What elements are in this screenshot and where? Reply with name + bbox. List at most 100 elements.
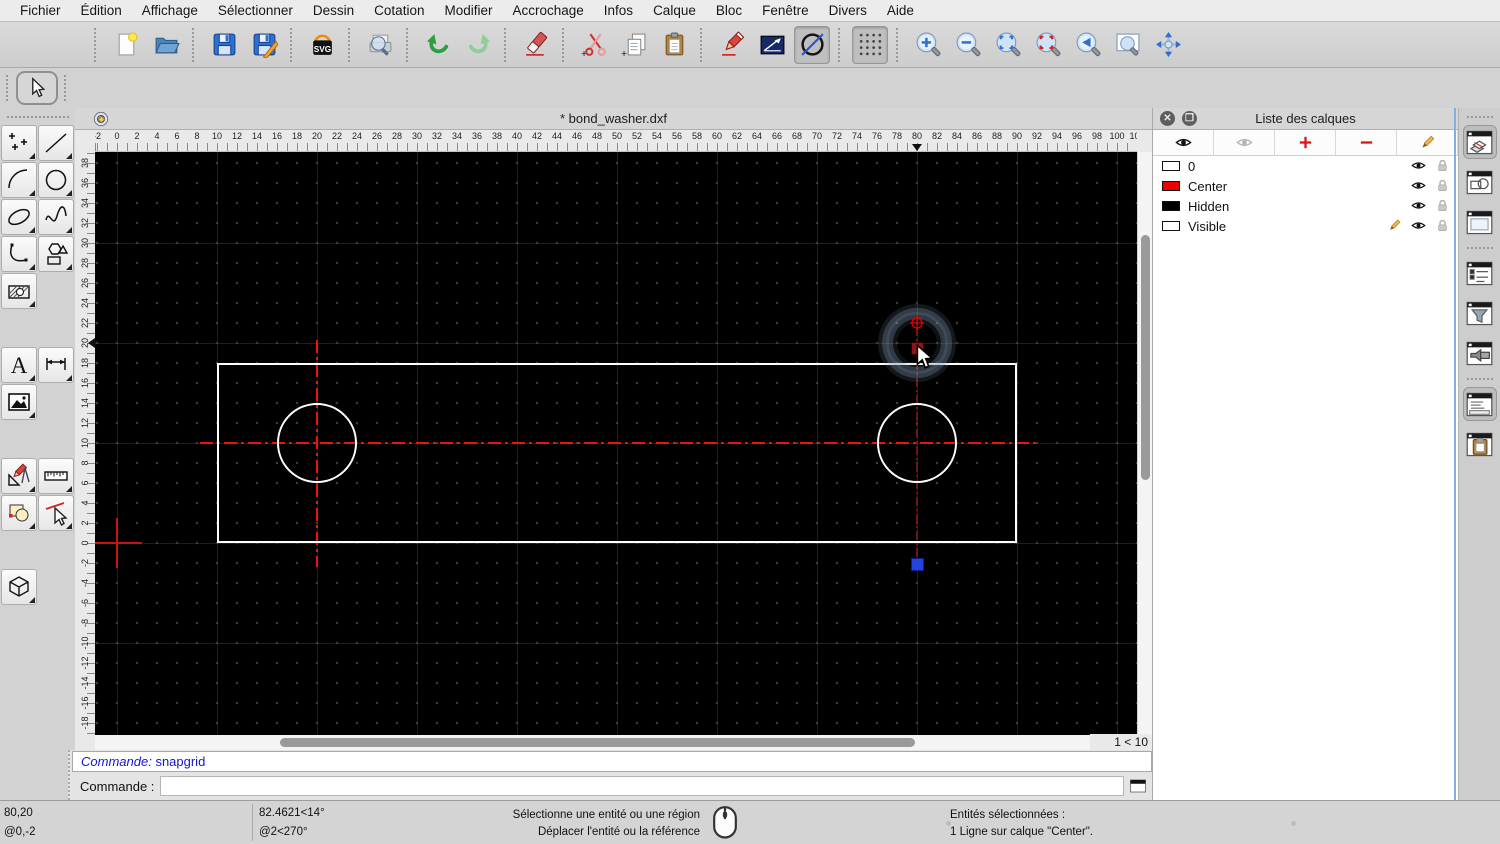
horizontal-scrollbar[interactable] <box>95 735 1105 750</box>
vertical-scrollbar[interactable] <box>1137 152 1152 735</box>
toolbar-separator[interactable] <box>838 27 842 62</box>
tool-arc-icon[interactable] <box>1 162 37 198</box>
tool-spline-icon[interactable] <box>38 199 74 235</box>
edit-layer-icon[interactable] <box>1397 130 1458 155</box>
menu-cotation[interactable]: Cotation <box>364 0 434 21</box>
zoom-auto-icon[interactable] <box>990 26 1026 64</box>
dock-layer-list-icon[interactable] <box>1462 125 1497 159</box>
toolbar-separator[interactable] <box>700 27 704 62</box>
zoom-selection-icon[interactable] <box>1030 26 1066 64</box>
layer-lock-icon[interactable] <box>1434 178 1452 194</box>
toolbar-separator[interactable] <box>290 27 294 62</box>
snap-grid-icon[interactable] <box>852 25 888 64</box>
save-icon[interactable] <box>206 26 242 64</box>
toolbar-separator[interactable] <box>348 27 352 62</box>
cut-icon[interactable]: + <box>576 26 612 64</box>
layer-row-hidden[interactable]: Hidden <box>1153 196 1458 216</box>
paste-icon[interactable] <box>656 26 692 64</box>
tool-points-icon[interactable] <box>1 125 37 161</box>
zoom-pan-icon[interactable] <box>1150 26 1186 64</box>
layer-visibility-eye-icon[interactable] <box>1410 158 1428 174</box>
dock-library-browser-icon[interactable] <box>1463 205 1497 239</box>
layer-visibility-eye-icon[interactable] <box>1410 178 1428 194</box>
layer-visibility-eye-icon[interactable] <box>1410 198 1428 214</box>
layer-lock-icon[interactable] <box>1434 158 1452 174</box>
menu-infos[interactable]: Infos <box>594 0 643 21</box>
menu-bloc[interactable]: Bloc <box>706 0 752 21</box>
open-folder-icon[interactable] <box>148 26 184 64</box>
menu-edition[interactable]: Édition <box>71 0 132 21</box>
copy-icon[interactable]: + <box>616 26 652 64</box>
new-file-icon[interactable] <box>108 26 144 64</box>
menu-accrochage[interactable]: Accrochage <box>502 0 593 21</box>
svg-export-icon[interactable]: SVG <box>304 26 340 64</box>
dock-clipboard-icon[interactable] <box>1463 427 1497 461</box>
zoom-out-icon[interactable] <box>950 26 986 64</box>
toolbar-separator[interactable] <box>896 27 900 62</box>
tool-deselect-icon[interactable] <box>38 495 74 531</box>
palette-handle[interactable] <box>6 116 69 119</box>
command-detach-icon[interactable] <box>1128 777 1148 795</box>
menu-dessin[interactable]: Dessin <box>303 0 364 21</box>
tool-dimension-icon[interactable] <box>38 347 74 383</box>
drawing-canvas[interactable] <box>95 152 1137 735</box>
menu-fichier[interactable]: Fichier <box>10 0 71 21</box>
tool-polygon-icon[interactable] <box>38 236 74 272</box>
zoom-in-icon[interactable] <box>910 26 946 64</box>
tool-block-icon[interactable] <box>1 495 37 531</box>
hscroll-thumb[interactable] <box>280 738 915 747</box>
toolbar-separator[interactable] <box>94 27 98 62</box>
add-layer-icon[interactable] <box>1275 130 1336 155</box>
part-number-label[interactable] <box>400 341 436 541</box>
layer-row-center[interactable]: Center <box>1153 176 1458 196</box>
dock-filter-icon[interactable] <box>1463 296 1497 330</box>
select-tool-button[interactable] <box>16 71 58 105</box>
tool-circle-icon[interactable] <box>38 162 74 198</box>
layer-lock-icon[interactable] <box>1434 198 1452 214</box>
layer-row-visible[interactable]: Visible <box>1153 216 1458 236</box>
undo-icon[interactable] <box>420 26 456 64</box>
vscroll-thumb[interactable] <box>1141 235 1150 480</box>
tool-hatch-icon[interactable] <box>1 273 37 309</box>
print-preview-icon[interactable] <box>362 26 398 64</box>
toolbar-handle[interactable] <box>6 75 9 101</box>
tool-cube-icon[interactable] <box>1 569 37 605</box>
show-all-eye-gray-icon[interactable] <box>1214 130 1275 155</box>
snap-free-icon[interactable] <box>794 25 830 64</box>
selection-handle[interactable] <box>910 557 924 571</box>
menu-divers[interactable]: Divers <box>819 0 877 21</box>
ortho-line-icon[interactable] <box>754 26 790 64</box>
tool-image-icon[interactable] <box>1 384 37 420</box>
tool-measure-icon[interactable] <box>38 458 74 494</box>
tool-modify-icon[interactable] <box>1 458 37 494</box>
save-as-icon[interactable] <box>246 26 282 64</box>
layer-row-0[interactable]: 0 <box>1153 156 1458 176</box>
toolbar-separator[interactable] <box>504 27 508 62</box>
tool-polyline-icon[interactable] <box>1 236 37 272</box>
toolbar-handle[interactable] <box>64 75 67 101</box>
zoom-previous-icon[interactable] <box>1070 26 1106 64</box>
command-input[interactable] <box>160 776 1124 796</box>
entity-circle-right[interactable] <box>877 403 957 483</box>
tool-ellipse-icon[interactable] <box>1 199 37 235</box>
layer-lock-icon[interactable] <box>1434 218 1452 234</box>
tool-line-icon[interactable] <box>38 125 74 161</box>
tool-text-icon[interactable]: A <box>1 347 37 383</box>
toolbar-separator[interactable] <box>192 27 196 62</box>
menu-aide[interactable]: Aide <box>877 0 924 21</box>
show-all-eye-icon[interactable] <box>1153 130 1214 155</box>
toolbar-separator[interactable] <box>406 27 410 62</box>
dock-block-list-icon[interactable] <box>1463 165 1497 199</box>
redo-icon[interactable] <box>460 26 496 64</box>
menu-affichage[interactable]: Affichage <box>132 0 208 21</box>
zoom-window-icon[interactable] <box>1110 26 1146 64</box>
menu-calque[interactable]: Calque <box>643 0 706 21</box>
dock-command-widget-icon[interactable] <box>1462 387 1497 421</box>
dock-explode-icon[interactable] <box>1463 336 1497 370</box>
remove-layer-icon[interactable] <box>1336 130 1397 155</box>
layer-visibility-eye-icon[interactable] <box>1410 218 1428 234</box>
menu-selectionner[interactable]: Sélectionner <box>208 0 303 21</box>
dock-handle[interactable] <box>1466 116 1493 119</box>
draw-pencil-icon[interactable] <box>714 26 750 64</box>
toolbar-separator[interactable] <box>562 27 566 62</box>
